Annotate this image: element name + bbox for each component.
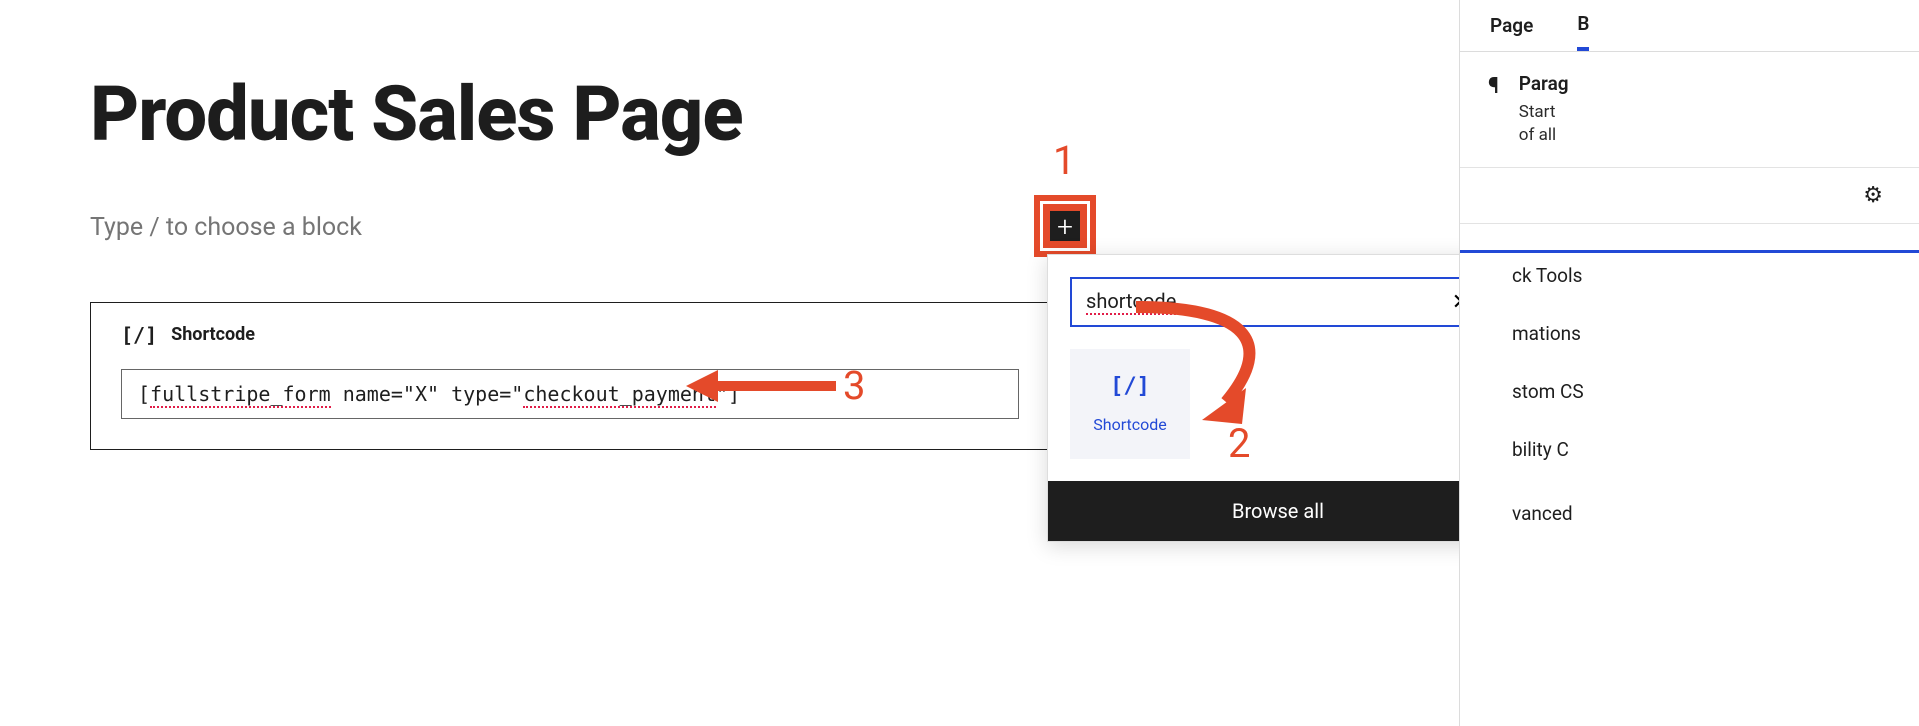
- sidebar-panel-custom-css[interactable]: stom CS: [1512, 380, 1584, 403]
- shortcode-text-part: name="X" type=": [331, 382, 524, 406]
- annotation-arrow-2: [1126, 292, 1296, 446]
- annotation-arrow-3: [686, 368, 836, 404]
- sidebar-panel-advanced[interactable]: vanced: [1512, 502, 1573, 525]
- empty-paragraph-placeholder[interactable]: Type / to choose a block: [90, 213, 1070, 242]
- sidebar-panel-visibility[interactable]: bility C: [1512, 438, 1569, 461]
- tab-page[interactable]: Page: [1490, 0, 1533, 51]
- annotation-number-3: 3: [843, 362, 865, 409]
- browse-all-button[interactable]: Browse all: [1048, 481, 1508, 541]
- shortcode-block-label: Shortcode: [171, 324, 255, 345]
- annotation-number-1: 1: [1053, 137, 1075, 184]
- shortcode-block[interactable]: [/] Shortcode [fullstripe_form name="X" …: [90, 302, 1050, 450]
- sidebar-toolbar-row: ⚙: [1460, 168, 1919, 224]
- paragraph-icon: ¶: [1488, 72, 1499, 147]
- plus-icon: +: [1057, 210, 1073, 243]
- shortcode-input[interactable]: [fullstripe_form name="X" type="checkout…: [121, 369, 1019, 419]
- sidebar-active-underline: [1460, 250, 1919, 253]
- sidebar-panel-animations[interactable]: mations: [1512, 322, 1581, 345]
- sidebar-panel-block-tools[interactable]: ck Tools: [1512, 264, 1582, 287]
- editor-canvas: Product Sales Page Type / to choose a bl…: [90, 75, 1070, 450]
- settings-sidebar: Page B ¶ Parag Start of all ⚙: [1459, 0, 1919, 726]
- gear-icon[interactable]: ⚙: [1863, 183, 1883, 208]
- sidebar-tabs: Page B: [1460, 0, 1919, 52]
- block-info-title: Parag: [1519, 72, 1569, 95]
- tab-block[interactable]: B: [1577, 0, 1589, 51]
- page-title[interactable]: Product Sales Page: [90, 75, 1070, 155]
- shortcode-block-header: [/] Shortcode: [121, 323, 1019, 347]
- shortcode-text-part: [: [138, 382, 150, 406]
- shortcode-icon: [/]: [121, 323, 157, 347]
- add-block-button[interactable]: +: [1044, 205, 1086, 247]
- shortcode-text-part: fullstripe_form: [150, 382, 331, 408]
- annotation-number-2: 2: [1228, 420, 1250, 467]
- block-info-panel: ¶ Parag Start of all: [1460, 52, 1919, 168]
- block-info-description: Start of all: [1519, 101, 1569, 147]
